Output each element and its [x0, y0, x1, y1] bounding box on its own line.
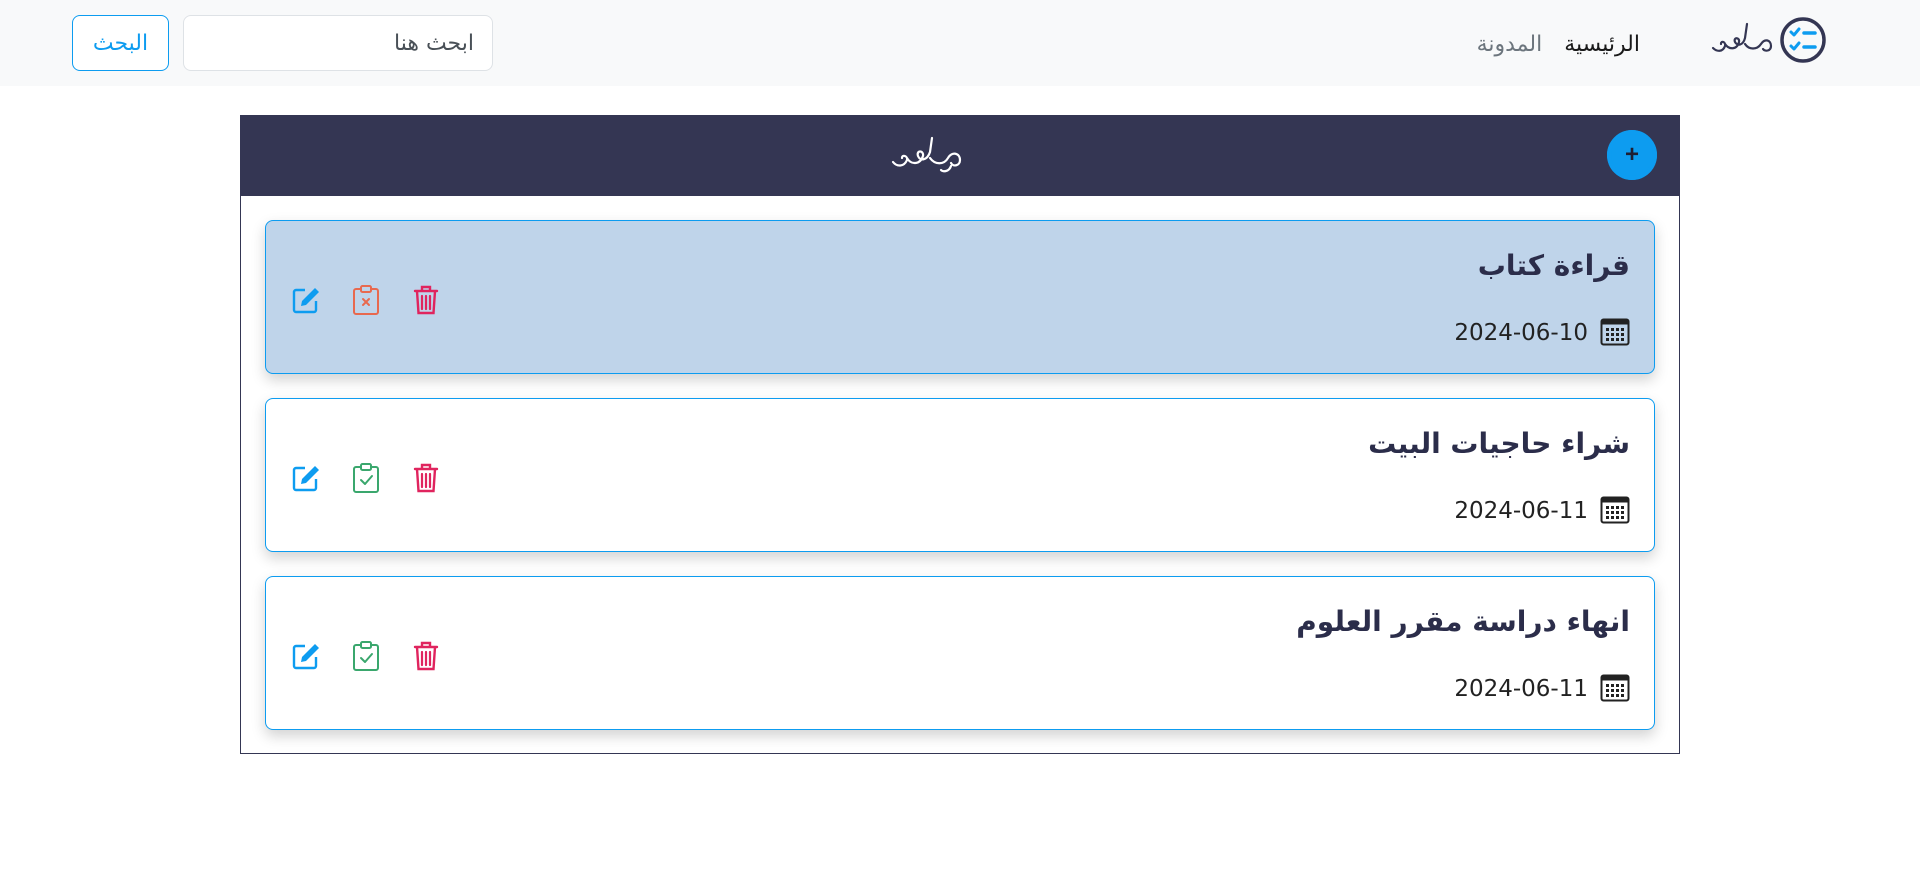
search-input[interactable]	[183, 15, 493, 71]
trash-icon[interactable]	[410, 640, 442, 672]
tasks-panel: + قراءة كتاب 2024-06-10 شراء حاجيات البي…	[240, 115, 1680, 754]
trash-icon[interactable]	[410, 462, 442, 494]
mahami-logo-icon	[1709, 22, 1775, 62]
clipboard-x-icon[interactable]	[350, 284, 382, 316]
search-button[interactable]: البحث	[72, 15, 169, 71]
edit-icon[interactable]	[290, 462, 322, 494]
task-date: 2024-06-10	[1454, 320, 1588, 346]
panel-header: +	[241, 116, 1679, 196]
task-title: شراء حاجيات البيت	[1368, 427, 1630, 460]
task-date: 2024-06-11	[1454, 676, 1588, 702]
navbar: الرئيسية المدونة البحث	[0, 0, 1920, 86]
task-title: قراءة كتاب	[1477, 249, 1630, 282]
nav-link-home[interactable]: الرئيسية	[1564, 32, 1640, 57]
brand-logo[interactable]	[1707, 16, 1827, 68]
edit-icon[interactable]	[290, 640, 322, 672]
nav-link-blog[interactable]: المدونة	[1477, 32, 1543, 57]
clipboard-check-icon[interactable]	[350, 640, 382, 672]
add-task-button[interactable]: +	[1607, 130, 1657, 180]
checklist-icon	[1779, 16, 1827, 68]
task-item: قراءة كتاب 2024-06-10	[265, 220, 1655, 374]
calendar-icon	[1600, 494, 1630, 528]
task-actions	[290, 283, 442, 317]
edit-icon[interactable]	[290, 284, 322, 316]
task-actions	[290, 639, 442, 673]
calendar-icon	[1600, 316, 1630, 350]
task-title: انهاء دراسة مقرر العلوم	[1296, 605, 1630, 638]
mahami-logo-icon	[889, 132, 973, 180]
task-date-row: 2024-06-11	[1454, 495, 1630, 527]
task-date: 2024-06-11	[1454, 498, 1588, 524]
clipboard-check-icon[interactable]	[350, 462, 382, 494]
trash-icon[interactable]	[410, 284, 442, 316]
calendar-icon	[1600, 672, 1630, 706]
task-date-row: 2024-06-10	[1454, 317, 1630, 349]
nav-links: الرئيسية المدونة	[1477, 24, 1640, 64]
task-date-row: 2024-06-11	[1454, 673, 1630, 705]
task-item: انهاء دراسة مقرر العلوم 2024-06-11	[265, 576, 1655, 730]
task-actions	[290, 461, 442, 495]
task-item: شراء حاجيات البيت 2024-06-11	[265, 398, 1655, 552]
task-list: قراءة كتاب 2024-06-10 شراء حاجيات البيت …	[265, 220, 1655, 754]
